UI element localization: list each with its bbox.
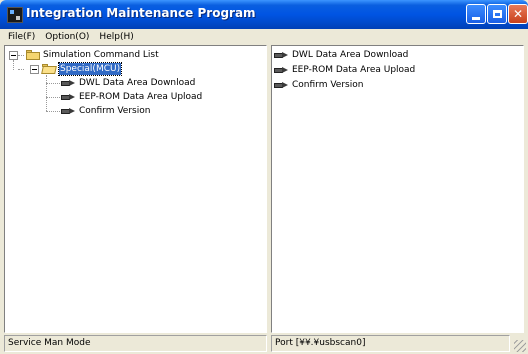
title-bar[interactable]: Integration Maintenance Program ✕	[0, 0, 528, 29]
menu-bar: File(F) Option(O) Help(H)	[4, 29, 524, 45]
menu-help[interactable]: Help(H)	[95, 29, 137, 45]
status-port: Port [¥¥.¥usbscan0]	[271, 335, 510, 352]
tree-connector	[18, 55, 24, 56]
tree-item-label: EEP-ROM Data Area Upload	[79, 92, 203, 102]
list-item-label: DWL Data Area Download	[292, 50, 409, 60]
tree-item-dwl-download[interactable]: DWL Data Area Download	[61, 77, 195, 89]
tree-item-label: DWL Data Area Download	[79, 78, 196, 88]
tree-item-label: Special(MCU)	[57, 62, 123, 76]
list-item[interactable]: Confirm Version	[274, 79, 363, 91]
maximize-icon	[492, 10, 502, 18]
hand-pointer-icon	[61, 93, 76, 101]
hand-pointer-icon	[61, 79, 76, 87]
tree-item-eeprom-upload[interactable]: EEP-ROM Data Area Upload	[61, 91, 202, 103]
tree-connector	[13, 60, 14, 70]
maximize-button[interactable]	[487, 4, 507, 24]
hand-pointer-icon	[274, 51, 289, 59]
hand-pointer-icon	[274, 66, 289, 74]
close-icon: ✕	[512, 7, 524, 21]
close-button[interactable]: ✕	[508, 4, 528, 24]
open-folder-icon	[41, 64, 57, 74]
list-item-label: EEP-ROM Data Area Upload	[292, 65, 416, 75]
tree-connector	[46, 75, 47, 111]
hand-pointer-icon	[274, 81, 289, 89]
tree-item-label: Simulation Command List	[43, 50, 159, 60]
app-icon[interactable]	[7, 7, 23, 23]
folder-icon	[26, 50, 40, 60]
command-list[interactable]: DWL Data Area Download EEP-ROM Data Area…	[271, 45, 524, 333]
tree-item-label: Confirm Version	[79, 106, 151, 116]
list-item[interactable]: DWL Data Area Download	[274, 49, 408, 61]
window-title: Integration Maintenance Program	[26, 6, 256, 20]
status-mode: Service Man Mode	[4, 335, 267, 352]
list-item[interactable]: EEP-ROM Data Area Upload	[274, 64, 415, 76]
command-tree[interactable]: Simulation Command List Special(MCU) DWL…	[4, 45, 267, 333]
collapse-group-button[interactable]	[30, 65, 39, 74]
minimize-button[interactable]	[466, 4, 486, 24]
hand-pointer-icon	[61, 107, 76, 115]
tree-connector	[46, 83, 60, 84]
tree-item-confirm-version[interactable]: Confirm Version	[61, 105, 150, 117]
tree-item-special-mcu[interactable]: Special(MCU)	[41, 62, 123, 76]
minimize-icon	[472, 16, 480, 20]
resize-grip-icon[interactable]	[514, 340, 526, 352]
main-window: Integration Maintenance Program ✕ File(F…	[0, 0, 528, 354]
menu-file[interactable]: File(F)	[4, 29, 39, 45]
tree-connector	[46, 111, 60, 112]
tree-item-root[interactable]: Simulation Command List	[26, 49, 159, 61]
list-item-label: Confirm Version	[292, 80, 364, 90]
status-bar: Service Man Mode Port [¥¥.¥usbscan0]	[0, 333, 528, 354]
tree-connector	[18, 69, 24, 70]
collapse-root-button[interactable]	[9, 51, 18, 60]
menu-option[interactable]: Option(O)	[41, 29, 93, 45]
tree-connector	[46, 97, 60, 98]
